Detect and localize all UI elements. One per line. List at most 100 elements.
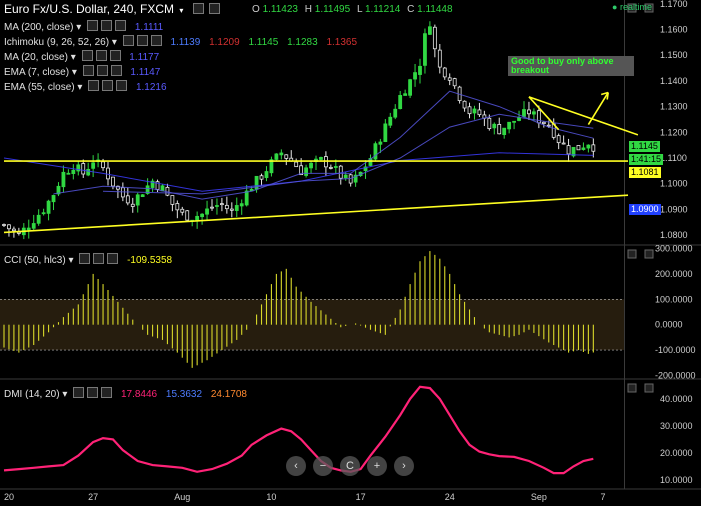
time-axis-tick: 20 <box>4 492 14 502</box>
cci-axis-tick: 200.0000 <box>655 269 693 279</box>
price-axis-tick: 1.1300 <box>660 102 688 112</box>
gear-icon[interactable] <box>136 35 148 46</box>
candle-body <box>111 176 115 187</box>
candle-body <box>532 111 536 115</box>
candle-body <box>447 77 452 81</box>
close-icon[interactable] <box>107 253 119 264</box>
chevron-down-icon[interactable]: ▾ <box>68 255 73 266</box>
legend-name: MA (200, close) <box>4 22 74 33</box>
candle-body <box>452 78 457 87</box>
chevron-down-icon[interactable]: ▾ <box>77 82 82 93</box>
legend-dmi[interactable]: DMI (14, 20) ▾ 17.8446 15.3632 24.1708 <box>4 387 247 400</box>
close-icon[interactable] <box>150 35 162 46</box>
legend-cci[interactable]: CCI (50, hlc3) ▾ -109.5358 <box>4 253 172 266</box>
eye-icon[interactable] <box>79 253 91 264</box>
candle-body <box>81 163 86 175</box>
legend-value: 1.1111 <box>134 22 164 33</box>
candle-body <box>229 208 234 211</box>
candle-body <box>2 224 6 226</box>
gear-icon[interactable] <box>93 253 105 264</box>
candle-body <box>239 203 244 207</box>
zoom-out-button[interactable]: − <box>313 456 333 476</box>
legend-ma20[interactable]: MA (20, close) ▾ 1.1177 <box>4 50 159 63</box>
current-price-label: 1.1145 <box>629 141 660 152</box>
chevron-down-icon[interactable]: ▾ <box>71 52 76 63</box>
time-axis-tick: 27 <box>88 492 98 502</box>
zoom-in-button[interactable]: + <box>367 456 387 476</box>
candle-body <box>423 33 427 66</box>
candle-body <box>284 154 289 159</box>
candle-body <box>51 195 56 203</box>
eye-icon[interactable] <box>87 20 99 31</box>
price-axis-tick: 1.1000 <box>660 179 688 189</box>
close-icon[interactable] <box>110 65 122 76</box>
gear-icon[interactable] <box>96 65 108 76</box>
candle-body <box>561 142 566 145</box>
legend-ichimoku[interactable]: Ichimoku (9, 26, 52, 26) ▾ 1.1139 1.1209… <box>4 35 357 48</box>
gear-icon[interactable] <box>192 3 204 14</box>
candle-body <box>175 203 180 211</box>
legend-ema7[interactable]: EMA (7, close) ▾ 1.1147 <box>4 65 160 78</box>
candle-body <box>259 175 264 180</box>
price-axis-tick: 1.0800 <box>660 230 688 240</box>
symbol-title[interactable]: Euro Fx/U.S. Dollar, 240, FXCM ▾ <box>4 2 221 16</box>
chevron-down-icon[interactable]: ▾ <box>179 6 183 15</box>
legend-ma200[interactable]: MA (200, close) ▾ 1.1111 <box>4 20 163 33</box>
legend-value: 24.1708 <box>210 389 247 400</box>
candle-body <box>591 144 596 152</box>
cci-axis-tick: -100.0000 <box>655 345 696 355</box>
eye-icon[interactable] <box>81 50 93 61</box>
candle-body <box>522 109 526 117</box>
realtime-label: realtime <box>619 2 652 12</box>
scroll-right-button[interactable]: › <box>394 456 414 476</box>
price-axis-tick: 1.1700 <box>660 0 688 9</box>
close-icon[interactable] <box>116 80 128 91</box>
candle-body <box>7 224 11 230</box>
gear-icon[interactable] <box>101 20 113 31</box>
chevron-down-icon[interactable]: ▾ <box>112 37 117 48</box>
time-axis-tick: Aug <box>174 492 190 502</box>
gear-icon[interactable] <box>95 50 107 61</box>
symbol-title-text: Euro Fx/U.S. Dollar, 240, FXCM <box>4 2 175 16</box>
candle-body <box>86 168 91 176</box>
eye-icon[interactable] <box>73 387 85 398</box>
candle-body <box>106 167 110 180</box>
candle-body <box>135 194 140 206</box>
candle-body <box>130 203 135 207</box>
legend-ema55[interactable]: EMA (55, close) ▾ 1.1216 <box>4 80 167 93</box>
eye-icon[interactable] <box>82 65 94 76</box>
high-label: H <box>304 4 312 15</box>
close-icon[interactable] <box>115 20 127 31</box>
chevron-down-icon[interactable]: ▾ <box>62 389 67 400</box>
legend-value: 17.8446 <box>120 389 158 400</box>
eye-icon[interactable] <box>209 3 221 14</box>
close-icon[interactable] <box>109 50 121 61</box>
candle-body <box>512 120 516 123</box>
candle-body <box>393 108 398 118</box>
reset-chart-button[interactable]: C <box>340 456 360 476</box>
time-axis-tick: Sep <box>531 492 547 502</box>
candle-body <box>586 144 591 149</box>
legend-value: 1.1216 <box>135 82 167 93</box>
chevron-down-icon[interactable]: ▾ <box>72 67 77 78</box>
legend-value: -109.5358 <box>127 255 173 266</box>
dmi-axis-tick: 10.0000 <box>660 475 693 485</box>
annotation-label[interactable]: Good to buy only above breakout <box>508 56 634 76</box>
candle-body <box>442 67 447 78</box>
candle-body <box>502 127 507 136</box>
trendline-price-label: 1.0900 <box>629 204 661 215</box>
close-icon[interactable] <box>101 387 113 398</box>
candle-body <box>61 171 66 188</box>
chevron-down-icon[interactable]: ▾ <box>76 22 81 33</box>
candle-body <box>333 166 338 168</box>
eye-icon[interactable] <box>122 35 134 46</box>
panel-button-icon <box>644 249 654 259</box>
candle-body <box>185 210 190 221</box>
gear-icon[interactable] <box>87 387 99 398</box>
close-label: C <box>407 4 415 15</box>
gear-icon[interactable] <box>102 80 114 91</box>
scroll-left-button[interactable]: ‹ <box>286 456 306 476</box>
candle-body <box>220 203 224 206</box>
time-axis-tick: 7 <box>600 492 605 502</box>
eye-icon[interactable] <box>88 80 100 91</box>
